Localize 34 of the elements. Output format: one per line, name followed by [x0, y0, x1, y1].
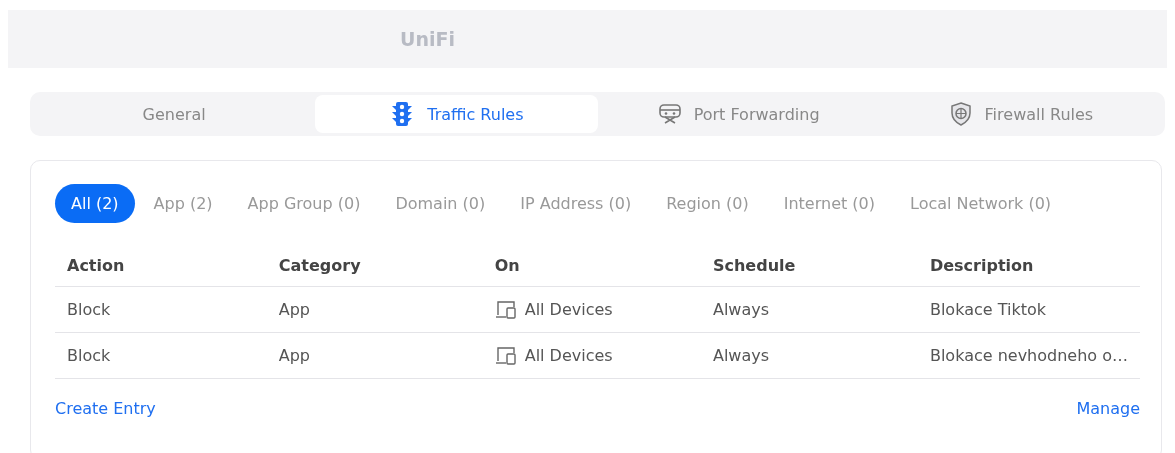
table-cell: All Devices: [524, 300, 613, 319]
manage-link[interactable]: Manage: [1076, 399, 1140, 418]
devices-icon: [494, 345, 517, 366]
logo: UniFi: [400, 28, 455, 50]
filter-pill[interactable]: App (2): [137, 184, 229, 223]
filter-pill[interactable]: Local Network (0): [894, 184, 1068, 223]
table-cell: All Devices: [524, 346, 613, 365]
tab[interactable]: Port Forwarding: [597, 95, 880, 133]
table-cell: Blokace Tiktok: [917, 286, 1140, 333]
tab[interactable]: Traffic Rules: [315, 95, 598, 133]
tab[interactable]: Firewall Rules: [879, 95, 1162, 133]
table-cell: App: [266, 332, 483, 379]
shield-icon: [948, 102, 973, 126]
filter-pill[interactable]: Internet (0): [767, 184, 891, 223]
filter-pill[interactable]: IP Address (0): [504, 184, 648, 223]
router-icon: [657, 102, 682, 126]
filter-pill[interactable]: App Group (0): [231, 184, 377, 223]
filter-pill[interactable]: Domain (0): [379, 184, 502, 223]
table-cell: Always: [700, 332, 918, 379]
devices-icon: [494, 299, 517, 320]
filter-pill[interactable]: All (2): [55, 184, 135, 223]
table-cell: App: [266, 286, 483, 333]
column-header: Description: [917, 248, 1140, 287]
column-header: Category: [266, 248, 483, 287]
column-header: On: [482, 248, 701, 287]
create-entry-link[interactable]: Create Entry: [55, 399, 156, 418]
table-cell: Block: [55, 286, 267, 333]
table-cell: Always: [700, 286, 918, 333]
filter-pill[interactable]: Region (0): [650, 184, 765, 223]
column-header: Action: [55, 248, 267, 287]
table-cell: Blokace nevhodneho o…: [917, 332, 1140, 379]
table-cell: Block: [55, 332, 267, 379]
column-header: Schedule: [700, 248, 918, 287]
tab[interactable]: General: [33, 95, 316, 133]
